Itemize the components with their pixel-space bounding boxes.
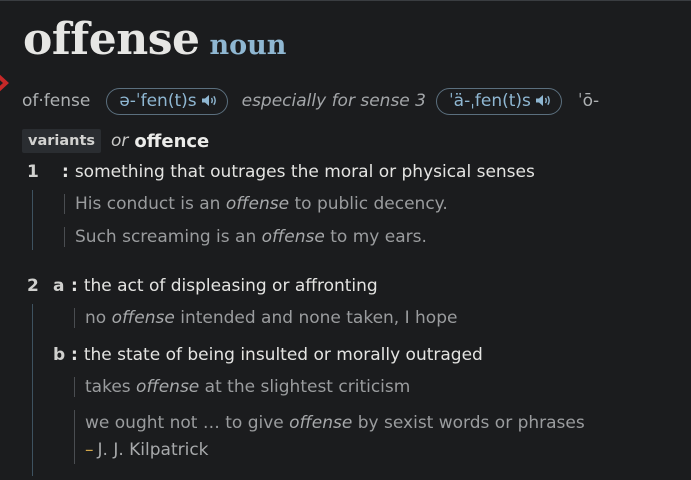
pronunciation-partial: ˈō- xyxy=(577,91,600,111)
example-text: Such screaming is an xyxy=(75,227,262,247)
sense-number: 2 xyxy=(27,276,39,296)
pronunciation-text: ə-ˈfen(t)s xyxy=(119,90,197,111)
example: His conduct is an offense to public dece… xyxy=(64,194,448,214)
definition-text: the act of displeasing or affronting xyxy=(83,276,378,296)
example-keyword: offense xyxy=(111,308,175,328)
attribution-dash: – xyxy=(85,440,94,460)
variants-label: variants xyxy=(22,129,102,153)
sense-note: especially for sense 3 xyxy=(241,91,426,111)
pronunciation-text: ˈä-ˌfen(t)s xyxy=(448,90,531,111)
sense-letter: a xyxy=(53,276,65,296)
sense-number: 1 xyxy=(27,162,39,182)
example: no offense intended and none taken, I ho… xyxy=(74,308,457,328)
sense-letter: b xyxy=(53,345,66,365)
example-text: at the slightest criticism xyxy=(199,377,411,397)
example-text: intended and none taken, I hope xyxy=(174,308,458,328)
pronunciation-row: of·fense ə-ˈfen(t)s especially for sense… xyxy=(22,86,599,116)
variants-or: or xyxy=(111,131,129,151)
definition: : something that outrages the moral or ph… xyxy=(62,162,535,182)
sense-bar xyxy=(32,304,33,476)
definition-colon: : xyxy=(71,276,78,296)
example-text: no xyxy=(85,308,112,328)
definition-colon: : xyxy=(71,345,78,365)
syllabification: of·fense xyxy=(22,91,91,111)
definition-text: something that outrages the moral or phy… xyxy=(74,162,535,182)
pronunciation-button-1[interactable]: ə-ˈfen(t)s xyxy=(106,87,228,115)
definition: : the act of displeasing or affronting xyxy=(71,276,378,296)
speaker-icon xyxy=(535,95,550,106)
part-of-speech[interactable]: noun xyxy=(209,30,286,61)
speaker-icon xyxy=(201,95,216,106)
definition: : the state of being insulted or morally … xyxy=(71,345,483,365)
example: Such screaming is an offense to my ears. xyxy=(64,227,427,247)
example-text: we ought not … to give xyxy=(85,413,290,433)
example: we ought not … to give offense by sexist… xyxy=(74,410,585,464)
definition-text: the state of being insulted or morally o… xyxy=(83,345,483,365)
example: takes offense at the slightest criticism xyxy=(74,377,410,397)
example-text: to public decency. xyxy=(289,194,448,214)
headword: offense xyxy=(23,14,200,65)
example-text: His conduct is an xyxy=(75,194,226,214)
top-divider xyxy=(0,0,691,1)
entry-header: offense noun xyxy=(23,14,286,74)
pronunciation-button-2[interactable]: ˈä-ˌfen(t)s xyxy=(435,87,562,115)
example-keyword: offense xyxy=(289,413,353,433)
example-text: takes xyxy=(85,377,137,397)
example-keyword: offense xyxy=(136,377,200,397)
example-keyword: offense xyxy=(261,227,325,247)
sense-bar xyxy=(32,190,33,250)
example-text: to my ears. xyxy=(324,227,427,247)
close-icon xyxy=(0,74,9,92)
variants-row: variants or offence xyxy=(22,128,209,154)
definition-colon: : xyxy=(62,162,69,182)
attribution[interactable]: J. J. Kilpatrick xyxy=(98,440,209,460)
example-text: by sexist words or phrases xyxy=(352,413,585,433)
example-keyword: offense xyxy=(225,194,290,214)
variant-word: offence xyxy=(134,130,210,152)
